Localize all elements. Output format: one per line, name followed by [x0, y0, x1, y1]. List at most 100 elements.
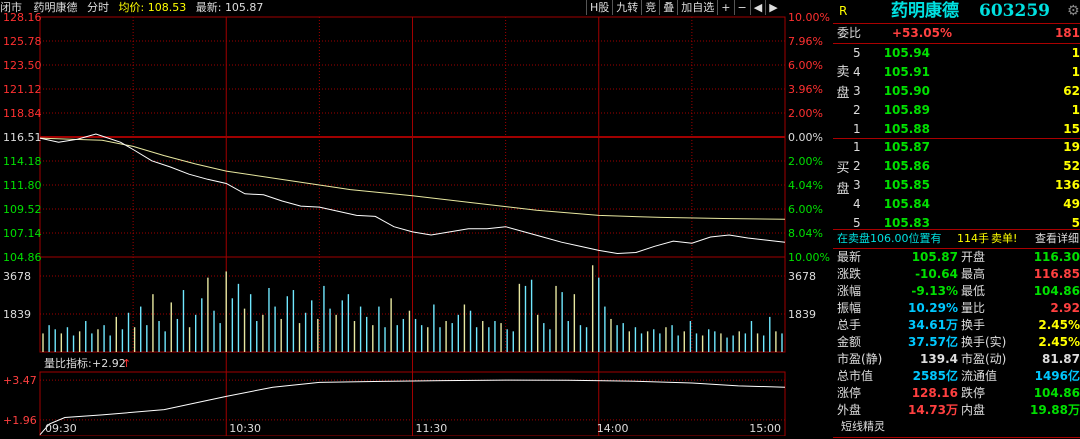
price-tick-label: 116.51: [3, 131, 42, 144]
toolbar-add-watchlist-button[interactable]: 加自选: [677, 0, 717, 15]
ask-price[interactable]: 105.88: [884, 120, 930, 139]
time-tick-label: 10:30: [229, 422, 261, 435]
time-tick-label: 14:00: [597, 422, 629, 435]
ratio-tick-label: +3.47: [3, 374, 37, 387]
stat-label: 金额: [837, 335, 862, 349]
stat-value: 34.61万: [908, 318, 958, 332]
ask-price[interactable]: 105.91: [884, 63, 930, 82]
stat-row: 总市值 2585亿 流通值 1496亿: [833, 368, 1080, 385]
pct-tick-label: 7.96%: [788, 35, 823, 48]
ask-volume: 15: [1063, 122, 1080, 136]
ask-row: 3 105.90 62: [833, 82, 1080, 101]
arrow-left-icon[interactable]: ◀: [749, 0, 765, 15]
ask-price[interactable]: 105.89: [884, 101, 930, 120]
arrow-right-icon[interactable]: ▶: [765, 0, 780, 15]
toolbar-auction-button[interactable]: 竞: [641, 0, 659, 15]
price-tick-label: 109.52: [3, 203, 42, 216]
weibi-label: 委比: [837, 26, 862, 40]
ask-volume: 1: [1071, 103, 1080, 117]
stat-label: 最低: [961, 284, 986, 298]
stat-value: 81.87: [1042, 352, 1080, 366]
ask-row: 2 105.89 1: [833, 101, 1080, 120]
bid-volume: 49: [1063, 197, 1080, 211]
time-tick-label: 11:30: [416, 422, 448, 435]
stat-value: 2.92: [1050, 301, 1080, 315]
stat-value: 105.87: [911, 250, 958, 264]
weibi-volume: 181: [1054, 26, 1080, 40]
pct-tick-label: 8.04%: [788, 227, 823, 240]
stat-row: 涨停 128.16 跌停 104.86: [833, 385, 1080, 402]
bid-price[interactable]: 105.87: [884, 138, 930, 157]
stat-value: 2.45%: [1038, 335, 1080, 349]
ask-level: 1: [853, 122, 861, 136]
bid-row: 2 105.86 52: [833, 157, 1080, 176]
bid-volume: 52: [1063, 159, 1080, 173]
weibi-row: 委比 +53.05% 181: [833, 24, 1080, 43]
toolbar-overlay-button[interactable]: 叠: [659, 0, 677, 15]
stock-name: 药明康德: [33, 1, 78, 14]
stat-row: 总手 34.61万 换手 2.45%: [833, 317, 1080, 334]
ask-level: 2: [853, 103, 861, 117]
stat-row: 最新 105.87 开盘 116.30: [833, 249, 1080, 266]
price-tick-label: 107.14: [3, 227, 42, 240]
ratio-up-arrow-icon: ↑: [122, 357, 131, 370]
toolbar-jiuzhuan-button[interactable]: 九转: [612, 0, 641, 15]
footer-bar: 短线精灵: [833, 417, 1080, 436]
bid-row: 1 105.87 19: [833, 138, 1080, 157]
ratio-indicator-value: +2.92: [92, 357, 126, 370]
time-tick-label: 15:00: [749, 422, 781, 435]
stat-value: 2585亿: [912, 369, 958, 383]
ask-volume: 62: [1063, 84, 1080, 98]
price-tick-label: 104.86: [3, 251, 42, 264]
stat-label: 跌停: [961, 386, 986, 400]
stat-label: 涨停: [837, 386, 862, 400]
market-status: 闭市: [0, 1, 22, 14]
stat-label: 换手: [961, 318, 986, 332]
price-tick-label: 118.84: [3, 107, 42, 120]
ask-level: 3: [853, 84, 861, 98]
notice-action: 卖单!: [991, 232, 1018, 245]
ask-level: 5: [853, 46, 861, 60]
bid-price[interactable]: 105.84: [884, 195, 930, 214]
price-tick-label: 111.80: [3, 179, 42, 192]
ask-level: 4: [853, 65, 861, 79]
bid-price[interactable]: 105.86: [884, 157, 930, 176]
toolbar-hshare-button[interactable]: H股: [586, 0, 612, 15]
stat-label: 最新: [837, 250, 862, 264]
ask-row: 4 105.91 1: [833, 63, 1080, 82]
settings-gear-icon[interactable]: ⚙: [1067, 0, 1080, 22]
bid-price[interactable]: 105.85: [884, 176, 930, 195]
pct-tick-label: 3.96%: [788, 83, 823, 96]
bid-level: 3: [853, 178, 861, 192]
ask-price[interactable]: 105.94: [884, 44, 930, 63]
time-tick-label: 09:30: [45, 422, 77, 435]
chart-toolbar: H股 九转竞叠加自选 + − ◀ ▶: [586, 0, 781, 15]
stat-row: 振幅 10.29% 量比 2.92: [833, 300, 1080, 317]
stat-value: 2.45%: [1038, 318, 1080, 332]
price-tick-label: 114.18: [3, 155, 42, 168]
stat-value: 10.29%: [908, 301, 958, 315]
bid-level: 4: [853, 197, 861, 211]
stat-label: 最高: [961, 267, 986, 281]
zoom-out-icon[interactable]: −: [733, 0, 750, 15]
volume-tick-label: 1839: [788, 308, 816, 321]
ask-price[interactable]: 105.90: [884, 82, 930, 101]
stat-row: 涨幅 -9.13% 最低 104.86: [833, 283, 1080, 300]
stat-label: 换手(实): [961, 335, 1007, 349]
avg-price-label: 均价:: [118, 1, 145, 14]
bid-level: 1: [853, 140, 861, 154]
bid-volume: 136: [1054, 178, 1080, 192]
ask-row: 5 105.94 1: [833, 44, 1080, 63]
notice-text: 在卖盘106.00位置有: [837, 232, 942, 245]
intraday-chart[interactable]: 128.16 10.00% 125.78 7.96% 123.50 6.00% 121.12…: [0, 0, 830, 437]
stat-label: 振幅: [837, 301, 862, 315]
bid-row: 3 105.85 136: [833, 176, 1080, 195]
zoom-in-icon[interactable]: +: [717, 0, 733, 15]
short-term-elf-tab[interactable]: 短线精灵: [841, 417, 885, 436]
stat-value: 104.86: [1033, 386, 1080, 400]
stat-value: -10.64: [915, 267, 958, 281]
notice-detail-link[interactable]: 查看详细: [1035, 229, 1079, 248]
stat-row: 涨跌 -10.64 最高 116.85: [833, 266, 1080, 283]
bid-volume: 19: [1063, 140, 1080, 154]
pct-tick-label: 10.00%: [788, 251, 830, 264]
